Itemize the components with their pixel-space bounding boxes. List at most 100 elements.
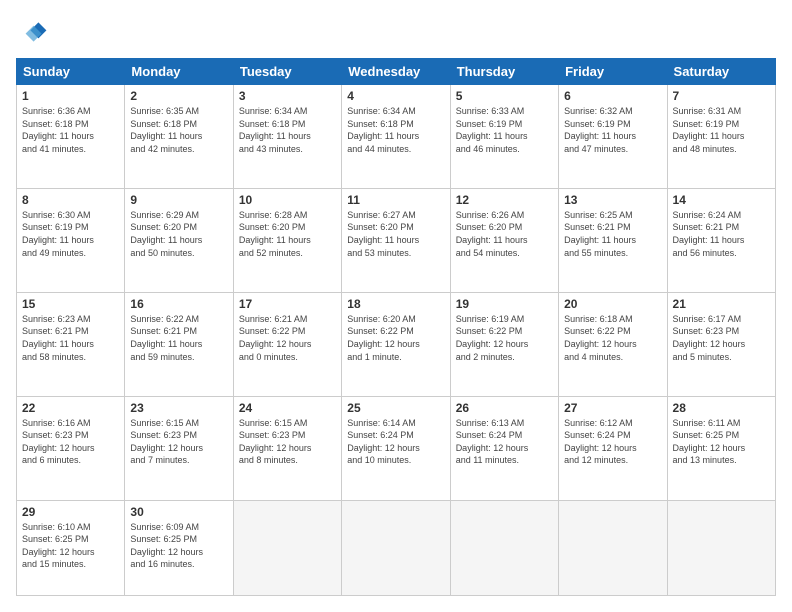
col-header-wednesday: Wednesday: [342, 59, 450, 85]
day-number: 15: [22, 297, 119, 311]
calendar-week-4: 22 Sunrise: 6:16 AM Sunset: 6:23 PM Dayli…: [17, 396, 776, 500]
day-info: Sunrise: 6:24 AM Sunset: 6:21 PM Dayligh…: [673, 209, 770, 259]
col-header-friday: Friday: [559, 59, 667, 85]
day-info: Sunrise: 6:18 AM Sunset: 6:22 PM Dayligh…: [564, 313, 661, 363]
calendar-cell: 5 Sunrise: 6:33 AM Sunset: 6:19 PM Daylig…: [450, 85, 558, 189]
calendar-week-3: 15 Sunrise: 6:23 AM Sunset: 6:21 PM Dayli…: [17, 292, 776, 396]
calendar-week-2: 8 Sunrise: 6:30 AM Sunset: 6:19 PM Daylig…: [17, 188, 776, 292]
calendar-cell: 6 Sunrise: 6:32 AM Sunset: 6:19 PM Daylig…: [559, 85, 667, 189]
calendar-header-row: SundayMondayTuesdayWednesdayThursdayFrid…: [17, 59, 776, 85]
calendar-cell: 29 Sunrise: 6:10 AM Sunset: 6:25 PM Dayli…: [17, 500, 125, 596]
calendar-cell: [559, 500, 667, 596]
col-header-sunday: Sunday: [17, 59, 125, 85]
calendar-cell: [233, 500, 341, 596]
day-info: Sunrise: 6:27 AM Sunset: 6:20 PM Dayligh…: [347, 209, 444, 259]
calendar-cell: 24 Sunrise: 6:15 AM Sunset: 6:23 PM Dayli…: [233, 396, 341, 500]
day-info: Sunrise: 6:15 AM Sunset: 6:23 PM Dayligh…: [130, 417, 227, 467]
day-number: 19: [456, 297, 553, 311]
calendar-cell: 10 Sunrise: 6:28 AM Sunset: 6:20 PM Dayli…: [233, 188, 341, 292]
calendar-cell: 21 Sunrise: 6:17 AM Sunset: 6:23 PM Dayli…: [667, 292, 775, 396]
header: [16, 16, 776, 48]
day-info: Sunrise: 6:31 AM Sunset: 6:19 PM Dayligh…: [673, 105, 770, 155]
calendar-cell: 8 Sunrise: 6:30 AM Sunset: 6:19 PM Daylig…: [17, 188, 125, 292]
day-number: 8: [22, 193, 119, 207]
calendar-cell: 2 Sunrise: 6:35 AM Sunset: 6:18 PM Daylig…: [125, 85, 233, 189]
day-info: Sunrise: 6:15 AM Sunset: 6:23 PM Dayligh…: [239, 417, 336, 467]
day-number: 27: [564, 401, 661, 415]
day-info: Sunrise: 6:34 AM Sunset: 6:18 PM Dayligh…: [347, 105, 444, 155]
day-number: 6: [564, 89, 661, 103]
day-number: 3: [239, 89, 336, 103]
calendar-cell: 27 Sunrise: 6:12 AM Sunset: 6:24 PM Dayli…: [559, 396, 667, 500]
calendar-cell: [450, 500, 558, 596]
day-number: 30: [130, 505, 227, 519]
day-number: 23: [130, 401, 227, 415]
day-info: Sunrise: 6:25 AM Sunset: 6:21 PM Dayligh…: [564, 209, 661, 259]
calendar-cell: 25Sunrise: 6:14 AM Sunset: 6:24 PM Dayli…: [342, 396, 450, 500]
day-number: 9: [130, 193, 227, 207]
day-info: Sunrise: 6:30 AM Sunset: 6:19 PM Dayligh…: [22, 209, 119, 259]
calendar-week-1: 1 Sunrise: 6:36 AM Sunset: 6:18 PM Daylig…: [17, 85, 776, 189]
day-number: 4: [347, 89, 444, 103]
day-number: 14: [673, 193, 770, 207]
day-number: 16: [130, 297, 227, 311]
calendar-table: SundayMondayTuesdayWednesdayThursdayFrid…: [16, 58, 776, 596]
day-number: 28: [673, 401, 770, 415]
day-number: 26: [456, 401, 553, 415]
day-info: Sunrise: 6:10 AM Sunset: 6:25 PM Dayligh…: [22, 521, 119, 571]
day-info: Sunrise: 6:19 AM Sunset: 6:22 PM Dayligh…: [456, 313, 553, 363]
calendar-cell: 26 Sunrise: 6:13 AM Sunset: 6:24 PM Dayli…: [450, 396, 558, 500]
day-number: 21: [673, 297, 770, 311]
day-info: Sunrise: 6:29 AM Sunset: 6:20 PM Dayligh…: [130, 209, 227, 259]
calendar-cell: [342, 500, 450, 596]
day-info: Sunrise: 6:34 AM Sunset: 6:18 PM Dayligh…: [239, 105, 336, 155]
calendar-cell: 18 Sunrise: 6:20 AM Sunset: 6:22 PM Dayli…: [342, 292, 450, 396]
day-number: 29: [22, 505, 119, 519]
day-number: 22: [22, 401, 119, 415]
day-number: 25: [347, 401, 444, 415]
day-number: 5: [456, 89, 553, 103]
calendar-cell: 1 Sunrise: 6:36 AM Sunset: 6:18 PM Daylig…: [17, 85, 125, 189]
calendar-cell: 14 Sunrise: 6:24 AM Sunset: 6:21 PM Dayli…: [667, 188, 775, 292]
day-info: Sunrise: 6:36 AM Sunset: 6:18 PM Dayligh…: [22, 105, 119, 155]
day-number: 24: [239, 401, 336, 415]
day-number: 20: [564, 297, 661, 311]
calendar-cell: [667, 500, 775, 596]
day-info: Sunrise: 6:12 AM Sunset: 6:24 PM Dayligh…: [564, 417, 661, 467]
day-info: Sunrise: 6:26 AM Sunset: 6:20 PM Dayligh…: [456, 209, 553, 259]
calendar-cell: 28 Sunrise: 6:11 AM Sunset: 6:25 PM Dayli…: [667, 396, 775, 500]
day-info: Sunrise: 6:28 AM Sunset: 6:20 PM Dayligh…: [239, 209, 336, 259]
day-number: 12: [456, 193, 553, 207]
day-info: Sunrise: 6:16 AM Sunset: 6:23 PM Dayligh…: [22, 417, 119, 467]
logo-icon: [16, 16, 48, 48]
logo: [16, 16, 52, 48]
calendar-cell: 17Sunrise: 6:21 AM Sunset: 6:22 PM Dayli…: [233, 292, 341, 396]
day-info: Sunrise: 6:13 AM Sunset: 6:24 PM Dayligh…: [456, 417, 553, 467]
col-header-tuesday: Tuesday: [233, 59, 341, 85]
day-number: 18: [347, 297, 444, 311]
day-info: Sunrise: 6:22 AM Sunset: 6:21 PM Dayligh…: [130, 313, 227, 363]
calendar-cell: 9 Sunrise: 6:29 AM Sunset: 6:20 PM Daylig…: [125, 188, 233, 292]
day-number: 1: [22, 89, 119, 103]
col-header-thursday: Thursday: [450, 59, 558, 85]
day-info: Sunrise: 6:11 AM Sunset: 6:25 PM Dayligh…: [673, 417, 770, 467]
calendar-cell: 23 Sunrise: 6:15 AM Sunset: 6:23 PM Dayli…: [125, 396, 233, 500]
day-info: Sunrise: 6:33 AM Sunset: 6:19 PM Dayligh…: [456, 105, 553, 155]
day-info: Sunrise: 6:23 AM Sunset: 6:21 PM Dayligh…: [22, 313, 119, 363]
day-info: Sunrise: 6:20 AM Sunset: 6:22 PM Dayligh…: [347, 313, 444, 363]
calendar-cell: 12 Sunrise: 6:26 AM Sunset: 6:20 PM Dayli…: [450, 188, 558, 292]
calendar-cell: 4 Sunrise: 6:34 AM Sunset: 6:18 PM Daylig…: [342, 85, 450, 189]
calendar-cell: 22 Sunrise: 6:16 AM Sunset: 6:23 PM Dayli…: [17, 396, 125, 500]
day-number: 2: [130, 89, 227, 103]
day-info: Sunrise: 6:35 AM Sunset: 6:18 PM Dayligh…: [130, 105, 227, 155]
day-info: Sunrise: 6:17 AM Sunset: 6:23 PM Dayligh…: [673, 313, 770, 363]
day-info: Sunrise: 6:32 AM Sunset: 6:19 PM Dayligh…: [564, 105, 661, 155]
day-number: 13: [564, 193, 661, 207]
day-info: Sunrise: 6:09 AM Sunset: 6:25 PM Dayligh…: [130, 521, 227, 571]
day-number: 10: [239, 193, 336, 207]
calendar-cell: 11Sunrise: 6:27 AM Sunset: 6:20 PM Dayli…: [342, 188, 450, 292]
calendar-cell: 30 Sunrise: 6:09 AM Sunset: 6:25 PM Dayli…: [125, 500, 233, 596]
calendar-cell: 7Sunrise: 6:31 AM Sunset: 6:19 PM Daylig…: [667, 85, 775, 189]
calendar-cell: 19 Sunrise: 6:19 AM Sunset: 6:22 PM Dayli…: [450, 292, 558, 396]
day-info: Sunrise: 6:21 AM Sunset: 6:22 PM Dayligh…: [239, 313, 336, 363]
